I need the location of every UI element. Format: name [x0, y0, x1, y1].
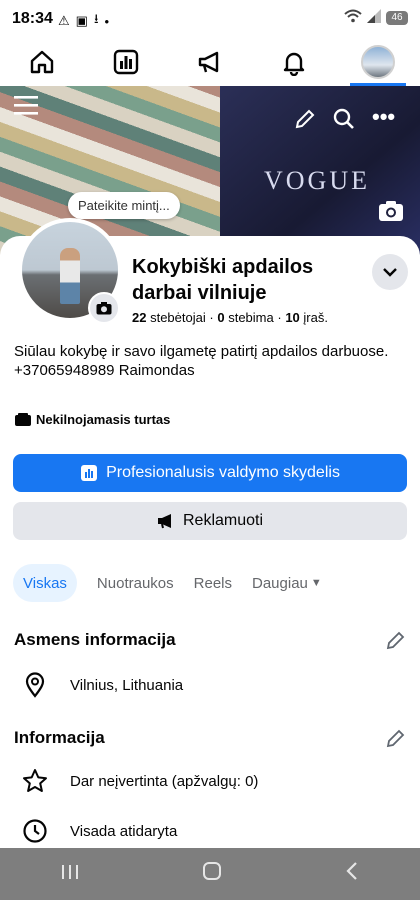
chevron-down-icon — [383, 268, 397, 277]
status-right: 46 — [344, 9, 408, 26]
expand-button[interactable] — [372, 254, 408, 290]
pencil-icon[interactable] — [294, 108, 316, 136]
system-nav-bar — [0, 848, 420, 900]
tab-photos[interactable]: Nuotraukos — [87, 564, 184, 602]
edit-info-icon[interactable] — [386, 728, 406, 748]
profile-stats: 22 stebėtojai · 0 stebima · 10 įraš. — [132, 310, 328, 325]
home-icon — [30, 50, 54, 74]
home-button-icon[interactable] — [202, 861, 222, 887]
following-count: 0 — [217, 310, 225, 325]
posts-count: 10 — [285, 310, 300, 325]
category: Nekilnojamasis turtas — [14, 412, 170, 427]
dot-icon: • — [104, 13, 110, 29]
posts-label: įraš. — [303, 310, 328, 325]
tab-more-label: Daugiau — [252, 574, 308, 592]
menu-icon[interactable] — [14, 94, 38, 122]
person-figure — [60, 248, 80, 304]
tab-all[interactable]: Viskas — [13, 564, 77, 602]
location-row: Vilnius, Lithuania — [22, 672, 183, 698]
back-icon[interactable] — [345, 861, 359, 887]
dashboard-button-label: Profesionalusis valdymo skydelis — [106, 464, 340, 481]
location-pin-icon — [22, 672, 48, 698]
status-notification-icons: ⚠ ▣ ⭳ • — [58, 10, 109, 32]
megaphone-icon — [157, 514, 171, 529]
status-bar: 18:34 ⚠ ▣ ⭳ • 46 — [0, 0, 420, 38]
clock-icon — [22, 818, 48, 844]
hours-text: Visada atidaryta — [70, 822, 178, 840]
thought-bubble[interactable]: Pateikite mintį... — [68, 192, 180, 219]
bio-text: Siūlau kokybę ir savo ilgametę patirtį a… — [14, 343, 389, 360]
nav-ads[interactable] — [182, 38, 238, 86]
megaphone-icon — [198, 51, 219, 73]
info-title: Informacija — [14, 728, 105, 747]
advertise-button[interactable]: Reklamuoti — [13, 502, 407, 540]
tab-more[interactable]: Daugiau ▼ — [242, 564, 332, 602]
followers-label: stebėtojai — [150, 310, 206, 325]
category-icon — [15, 412, 31, 426]
recent-apps-icon[interactable] — [61, 863, 79, 886]
camera-icon[interactable] — [88, 292, 120, 324]
status-time: 18:34 — [12, 10, 53, 27]
star-icon — [22, 768, 48, 794]
location-text: Vilnius, Lithuania — [70, 676, 184, 694]
content-tabs: Viskas Nuotraukos Reels Daugiau ▼ — [13, 564, 332, 602]
nav-home[interactable] — [14, 38, 70, 86]
category-label: Nekilnojamasis turtas — [36, 412, 171, 427]
edit-personal-info-icon[interactable] — [386, 630, 406, 650]
bar-chart-icon — [81, 465, 98, 481]
battery-indicator: 46 — [386, 10, 408, 25]
hours-row: Visada atidaryta — [22, 818, 177, 844]
cover-camera-icon[interactable] — [378, 199, 404, 229]
warning-icon: ⚠ — [58, 13, 70, 28]
more-icon[interactable]: ••• — [372, 104, 395, 130]
bell-icon — [283, 52, 305, 76]
top-nav — [0, 38, 420, 86]
followers-count: 22 — [132, 310, 147, 325]
bar-chart-icon — [113, 49, 139, 75]
page-title: Kokybiški apdailos darbai vilniuje — [132, 256, 314, 304]
dashboard-button[interactable]: Profesionalusis valdymo skydelis — [13, 454, 407, 492]
rating-row: Dar neįvertinta (apžvalgų: 0) — [22, 768, 258, 794]
cover-magazine-text: VOGUE — [264, 166, 370, 195]
bio: Siūlau kokybę ir savo ilgametę patirtį a… — [14, 342, 404, 380]
caret-down-icon: ▼ — [310, 577, 322, 589]
nav-dashboard[interactable] — [98, 38, 154, 86]
advertise-button-label: Reklamuoti — [182, 512, 264, 529]
avatar — [361, 45, 395, 79]
rating-text: Dar neįvertinta (apžvalgų: 0) — [70, 772, 259, 790]
search-icon[interactable] — [332, 107, 356, 137]
nav-profile[interactable] — [350, 38, 406, 86]
nav-notifications[interactable] — [266, 38, 322, 86]
tab-reels[interactable]: Reels — [184, 564, 242, 602]
profile-sheet — [0, 236, 420, 848]
bio-contact: +37065948989 Raimondas — [14, 362, 195, 379]
download-icon: ⭳ — [93, 11, 99, 26]
signal-icon — [367, 9, 381, 26]
personal-info-title: Asmens informacija — [14, 630, 176, 649]
screenshot-icon: ▣ — [75, 13, 88, 28]
following-label: stebima — [228, 310, 274, 325]
wifi-icon — [344, 9, 362, 26]
